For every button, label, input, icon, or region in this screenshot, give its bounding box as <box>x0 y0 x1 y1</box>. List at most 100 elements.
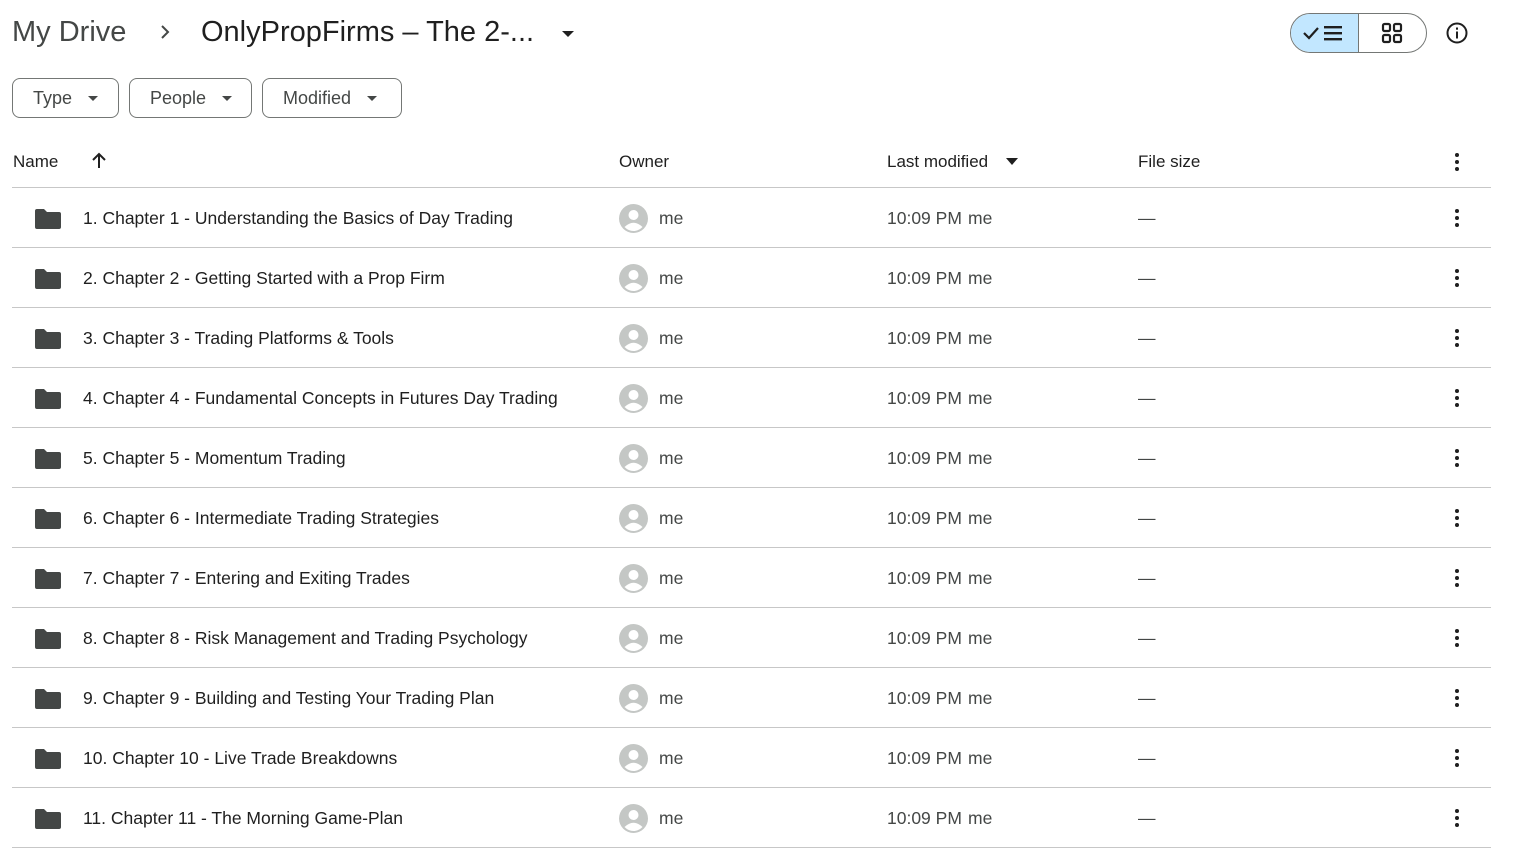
folder-icon <box>35 689 61 709</box>
column-name-header[interactable]: Name <box>13 150 58 174</box>
avatar-icon <box>619 324 648 353</box>
modified-time: 10:09 PM <box>887 748 962 768</box>
more-vert-icon <box>1455 269 1459 287</box>
modified-time: 10:09 PM <box>887 388 962 408</box>
caret-down-icon[interactable] <box>556 22 580 46</box>
file-size: — <box>1138 448 1156 468</box>
folder-icon <box>35 269 61 289</box>
more-vert-icon <box>1455 449 1459 467</box>
table-row[interactable]: 9. Chapter 9 - Building and Testing Your… <box>12 668 1491 728</box>
file-name[interactable]: 8. Chapter 8 - Risk Management and Tradi… <box>83 626 528 650</box>
file-name[interactable]: 1. Chapter 1 - Understanding the Basics … <box>83 206 513 230</box>
type-filter-label: Type <box>33 87 73 108</box>
row-more-actions-button[interactable] <box>1437 678 1477 718</box>
table-row[interactable]: 10. Chapter 10 - Live Trade Breakdowns m… <box>12 728 1491 788</box>
owner-label: me <box>659 208 684 228</box>
details-button[interactable] <box>1437 13 1477 53</box>
modified-time: 10:09 PM <box>887 628 962 648</box>
avatar-icon <box>619 504 648 533</box>
avatar-icon <box>619 804 648 833</box>
row-more-actions-button[interactable] <box>1437 258 1477 298</box>
breadcrumb-current-folder[interactable]: OnlyPropFirms – The 2-... <box>201 12 534 52</box>
table-row[interactable]: 2. Chapter 2 - Getting Started with a Pr… <box>12 248 1491 308</box>
file-name[interactable]: 11. Chapter 11 - The Morning Game-Plan <box>83 806 403 830</box>
avatar-icon <box>619 204 648 233</box>
owner-label: me <box>659 808 684 828</box>
caret-down-icon <box>367 96 378 101</box>
more-vert-icon <box>1455 509 1459 527</box>
table-row[interactable]: 7. Chapter 7 - Entering and Exiting Trad… <box>12 548 1491 608</box>
modified-by: me <box>968 328 993 348</box>
modified-by: me <box>968 628 993 648</box>
type-filter-chip[interactable]: Type <box>12 78 119 118</box>
folder-icon <box>35 329 61 349</box>
file-name[interactable]: 3. Chapter 3 - Trading Platforms & Tools <box>83 326 394 350</box>
modified-time: 10:09 PM <box>887 208 962 228</box>
chevron-right-icon <box>161 25 170 39</box>
row-more-actions-button[interactable] <box>1437 558 1477 598</box>
arrow-up-icon[interactable] <box>89 151 109 171</box>
table-row[interactable]: 11. Chapter 11 - The Morning Game-Plan m… <box>12 788 1491 848</box>
folder-icon <box>35 389 61 409</box>
folder-icon <box>35 449 61 469</box>
more-vert-icon <box>1455 689 1459 707</box>
row-more-actions-button[interactable] <box>1437 318 1477 358</box>
grid-icon <box>1382 22 1403 44</box>
table-row[interactable]: 4. Chapter 4 - Fundamental Concepts in F… <box>12 368 1491 428</box>
file-name[interactable]: 10. Chapter 10 - Live Trade Breakdowns <box>83 746 397 770</box>
row-more-actions-button[interactable] <box>1437 378 1477 418</box>
caret-down-icon[interactable] <box>1005 156 1019 168</box>
avatar-icon <box>619 384 648 413</box>
file-name[interactable]: 6. Chapter 6 - Intermediate Trading Stra… <box>83 506 439 530</box>
more-vert-icon <box>1455 749 1459 767</box>
avatar-icon <box>619 564 648 593</box>
modified-filter-chip[interactable]: Modified <box>262 78 402 118</box>
info-icon <box>1446 22 1468 44</box>
table-row[interactable]: 1. Chapter 1 - Understanding the Basics … <box>12 188 1491 248</box>
column-options-button[interactable] <box>1437 142 1477 182</box>
file-size: — <box>1138 328 1156 348</box>
header: My Drive OnlyPropFirms – The 2-... <box>0 0 1517 66</box>
row-more-actions-button[interactable] <box>1437 798 1477 838</box>
row-more-actions-button[interactable] <box>1437 618 1477 658</box>
row-more-actions-button[interactable] <box>1437 738 1477 778</box>
grid-view-button[interactable] <box>1359 14 1427 52</box>
people-filter-chip[interactable]: People <box>129 78 252 118</box>
more-vert-icon <box>1455 389 1459 407</box>
column-last-modified-header[interactable]: Last modified <box>887 150 988 174</box>
modified-filter-label: Modified <box>283 87 352 108</box>
list-view-button[interactable] <box>1291 14 1359 52</box>
table-row[interactable]: 3. Chapter 3 - Trading Platforms & Tools… <box>12 308 1491 368</box>
modified-time: 10:09 PM <box>887 268 962 288</box>
row-more-actions-button[interactable] <box>1437 498 1477 538</box>
modified-by: me <box>968 208 993 228</box>
people-filter-label: People <box>150 87 207 108</box>
owner-label: me <box>659 628 684 648</box>
folder-icon <box>35 209 61 229</box>
check-list-icon <box>1303 26 1343 41</box>
file-list: 1. Chapter 1 - Understanding the Basics … <box>12 188 1491 848</box>
file-name[interactable]: 2. Chapter 2 - Getting Started with a Pr… <box>83 266 445 290</box>
more-vert-icon <box>1455 209 1459 227</box>
view-toggle <box>1290 13 1427 53</box>
modified-time: 10:09 PM <box>887 688 962 708</box>
table-row[interactable]: 8. Chapter 8 - Risk Management and Tradi… <box>12 608 1491 668</box>
table-header: Name Owner Last modified File size <box>12 136 1491 188</box>
row-more-actions-button[interactable] <box>1437 438 1477 478</box>
file-size: — <box>1138 508 1156 528</box>
breadcrumb-my-drive[interactable]: My Drive <box>12 12 126 52</box>
file-name[interactable]: 9. Chapter 9 - Building and Testing Your… <box>83 686 494 710</box>
owner-label: me <box>659 388 684 408</box>
file-name[interactable]: 4. Chapter 4 - Fundamental Concepts in F… <box>83 386 558 410</box>
table-row[interactable]: 6. Chapter 6 - Intermediate Trading Stra… <box>12 488 1491 548</box>
table-row[interactable]: 5. Chapter 5 - Momentum Trading me 10:09… <box>12 428 1491 488</box>
file-name[interactable]: 5. Chapter 5 - Momentum Trading <box>83 446 346 470</box>
avatar-icon <box>619 744 648 773</box>
row-more-actions-button[interactable] <box>1437 198 1477 238</box>
modified-by: me <box>968 448 993 468</box>
column-owner-header: Owner <box>619 152 670 171</box>
file-name[interactable]: 7. Chapter 7 - Entering and Exiting Trad… <box>83 566 410 590</box>
file-size: — <box>1138 388 1156 408</box>
owner-label: me <box>659 748 684 768</box>
file-size: — <box>1138 748 1156 768</box>
